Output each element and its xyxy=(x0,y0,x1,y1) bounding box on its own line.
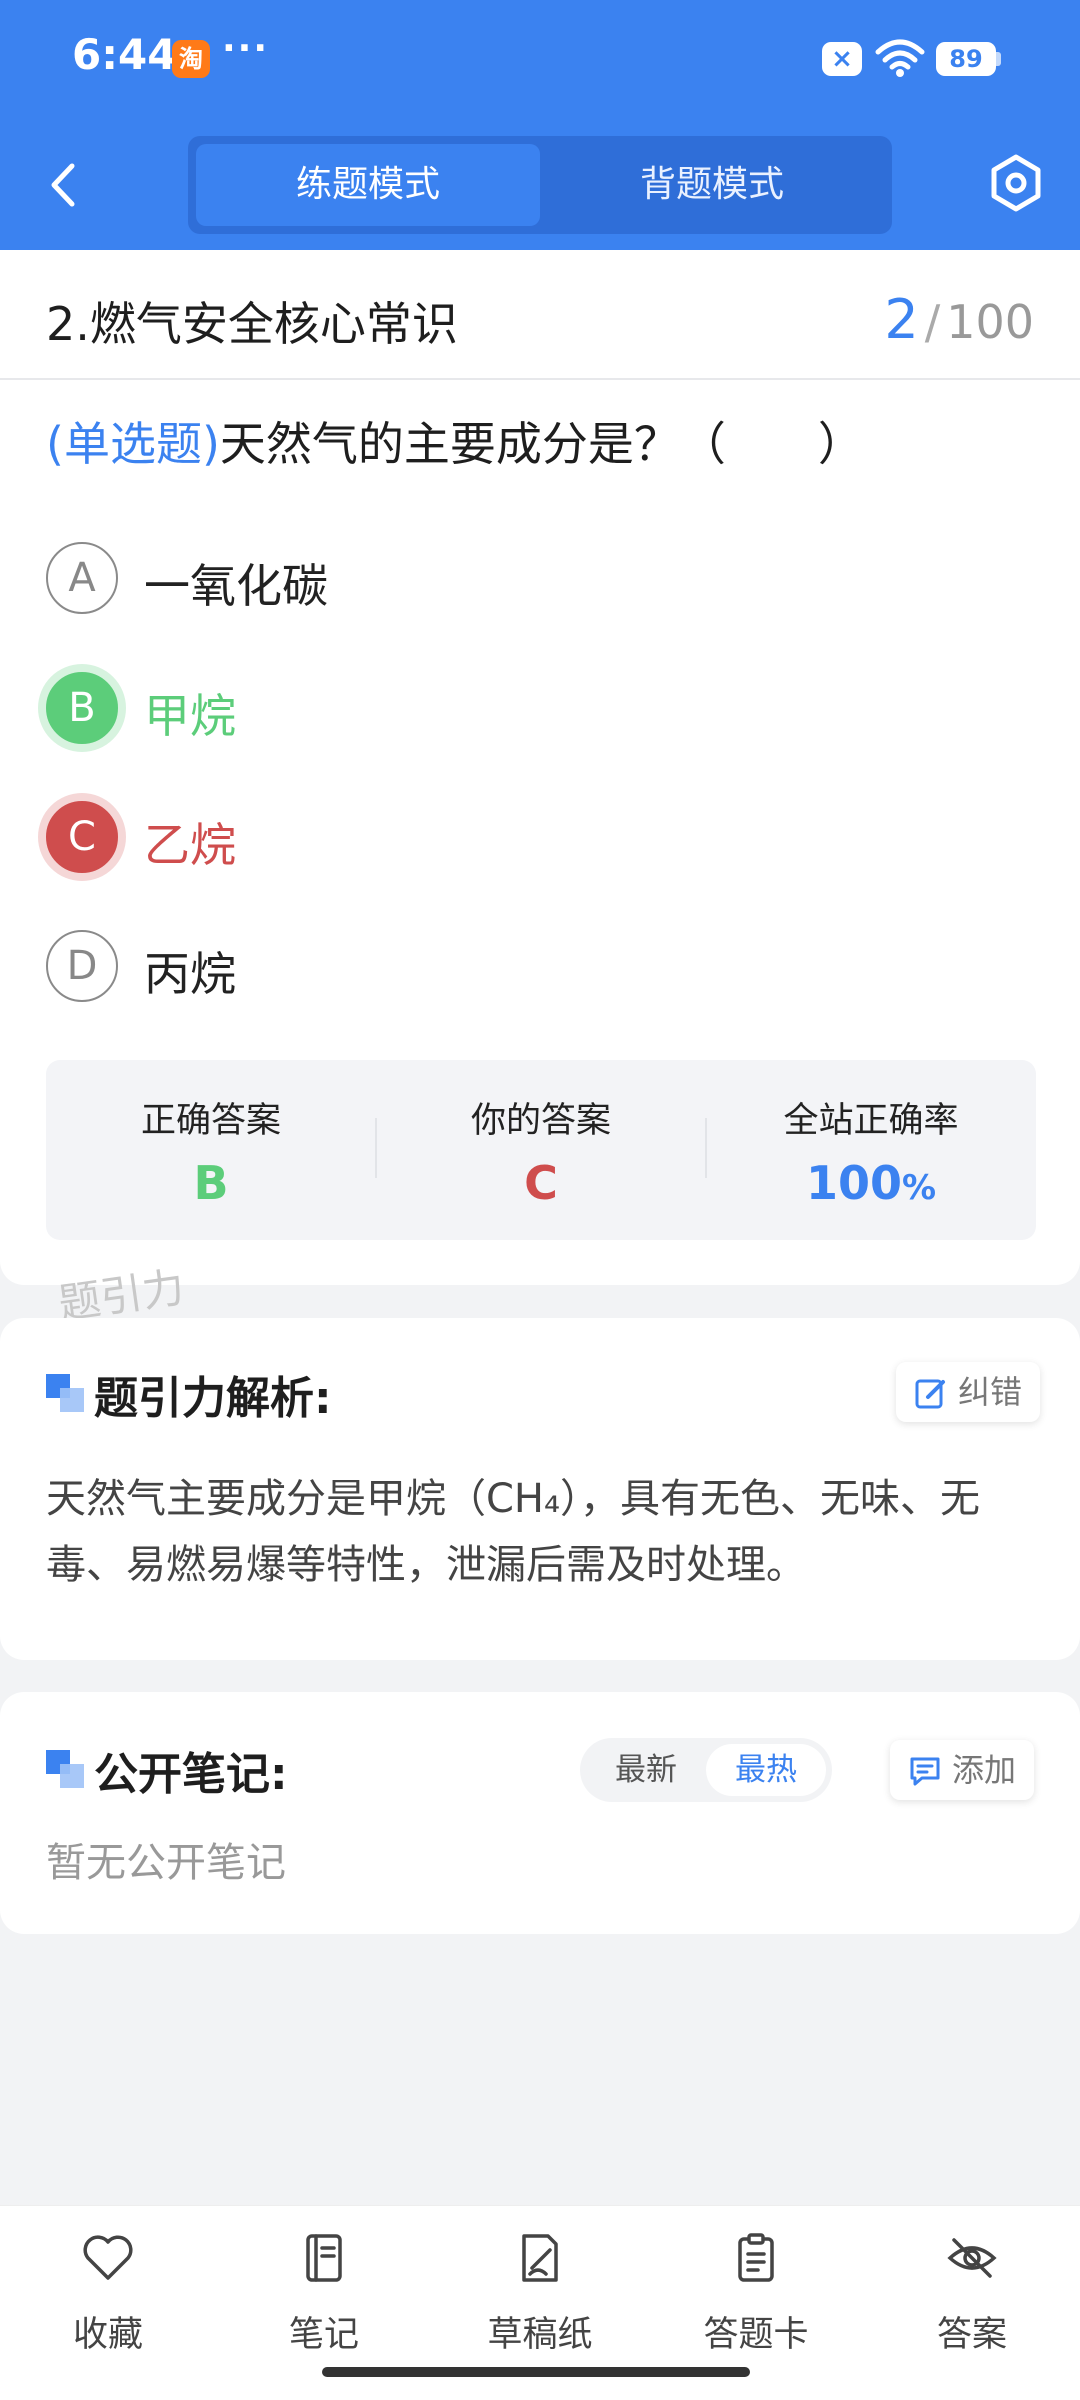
section-title: 2.燃气安全核心常识 xyxy=(46,297,458,351)
progress-total: 100 xyxy=(946,295,1034,349)
option-d[interactable]: D 丙烷 xyxy=(46,926,946,1006)
question-stem: 天然气的主要成分是？（ ） xyxy=(219,417,864,471)
eye-off-icon xyxy=(947,2238,997,2278)
stat-your-answer: 你的答案 C xyxy=(376,1060,706,1240)
battery-indicator: 89 xyxy=(936,42,996,76)
mode-switch: 练题模式 背题模式 xyxy=(188,136,892,234)
correct-rate-value: 100% xyxy=(706,1156,1036,1210)
answer-stats: 正确答案 B 你的答案 C 全站正确率 100% xyxy=(46,1060,1036,1240)
option-letter: C xyxy=(46,801,118,873)
stat-correct-rate: 全站正确率 100% xyxy=(706,1060,1036,1240)
report-error-button[interactable]: 纠错 xyxy=(896,1362,1041,1422)
correct-answer-value: B xyxy=(193,1156,229,1210)
nav-answer-toggle[interactable]: 答案 xyxy=(864,2206,1080,2386)
nav-label: 收藏 xyxy=(72,2315,143,2355)
stat-label: 你的答案 xyxy=(470,1101,611,1141)
your-answer-value: C xyxy=(524,1156,558,1210)
analysis-text: 天然气主要成分是甲烷（CH₄），具有无色、无味、无毒、易燃易爆等特性，泄漏后需及… xyxy=(46,1476,981,1588)
notes-sort-toggle: 最新 最热 xyxy=(580,1738,832,1802)
question-card: 2.燃气安全核心常识 2/100 (单选题)天然气的主要成分是？（ ） A 一氧… xyxy=(0,250,1080,1285)
analysis-card: 题引力解析: 纠错 天然气主要成分是甲烷（CH₄），具有无色、无味、无毒、易燃易… xyxy=(0,1318,1080,1660)
stat-label: 正确答案 xyxy=(140,1101,281,1141)
stat-correct-answer: 正确答案 B xyxy=(46,1060,376,1240)
option-letter: A xyxy=(46,542,118,614)
nav-favorite[interactable]: 收藏 xyxy=(0,2206,216,2386)
sort-hottest[interactable]: 最热 xyxy=(706,1744,826,1796)
notebook-icon xyxy=(306,2234,342,2282)
option-text: 甲烷 xyxy=(144,689,236,743)
option-b[interactable]: B 甲烷 xyxy=(46,668,946,748)
battery-tip xyxy=(996,52,1001,66)
answer-sheet-icon xyxy=(738,2233,774,2282)
question-progress: 2/100 xyxy=(884,288,1034,351)
nav-label: 草稿纸 xyxy=(487,2315,593,2355)
empty-notes-text: 暂无公开笔记 xyxy=(46,1840,286,1886)
back-button[interactable] xyxy=(38,150,88,220)
nav-notes[interactable]: 笔记 xyxy=(216,2206,432,2386)
draft-paper-icon xyxy=(522,2234,558,2282)
report-error-label: 纠错 xyxy=(958,1373,1023,1411)
option-a[interactable]: A 一氧化碳 xyxy=(46,538,946,618)
notes-title: 公开笔记: xyxy=(94,1749,288,1800)
settings-icon[interactable] xyxy=(985,152,1047,214)
option-text: 一氧化碳 xyxy=(144,559,328,613)
tab-memorize-mode[interactable]: 背题模式 xyxy=(540,144,884,226)
nav-label: 答题卡 xyxy=(703,2315,809,2355)
stat-label: 全站正确率 xyxy=(783,1101,959,1141)
nav-label: 答案 xyxy=(936,2315,1007,2355)
home-indicator[interactable] xyxy=(322,2367,750,2377)
app-header: 6:44 淘 ··· × 89 练题模式 背题模式 xyxy=(0,0,1080,250)
nav-answer-sheet[interactable]: 答题卡 xyxy=(648,2206,864,2386)
progress-current: 2 xyxy=(884,288,919,351)
x-status-icon: × xyxy=(822,42,862,76)
nav-label: 笔记 xyxy=(288,2315,359,2355)
question-title-row: 2.燃气安全核心常识 2/100 xyxy=(0,250,1080,380)
comment-icon xyxy=(910,1757,940,1786)
progress-separator: / xyxy=(924,295,941,349)
question-type: (单选题) xyxy=(46,417,220,471)
tab-practice-mode[interactable]: 练题模式 xyxy=(196,144,540,226)
option-c[interactable]: C 乙烷 xyxy=(46,797,946,877)
status-time: 6:44 xyxy=(72,30,177,79)
wifi-icon xyxy=(875,39,925,77)
option-text: 丙烷 xyxy=(144,947,236,1001)
option-text: 乙烷 xyxy=(144,818,236,872)
option-letter: B xyxy=(46,672,118,744)
section-square-icon xyxy=(46,1750,86,1790)
section-square-icon xyxy=(46,1374,86,1414)
more-notifications-icon: ··· xyxy=(222,28,270,69)
rate-number: 100 xyxy=(805,1156,902,1210)
add-note-label: 添加 xyxy=(952,1751,1017,1789)
analysis-title: 题引力解析: xyxy=(94,1373,332,1424)
question-text: (单选题)天然气的主要成分是？（ ） xyxy=(46,408,1036,474)
rate-unit: % xyxy=(901,1168,937,1208)
heart-icon xyxy=(83,2235,133,2280)
edit-icon xyxy=(915,1379,945,1409)
sort-newest[interactable]: 最新 xyxy=(586,1744,706,1796)
public-notes-card: 公开笔记: 最新 最热 添加 暂无公开笔记 xyxy=(0,1692,1080,1934)
option-letter: D xyxy=(46,930,118,1002)
taobao-notification-icon: 淘 xyxy=(172,40,210,78)
nav-draft-paper[interactable]: 草稿纸 xyxy=(432,2206,648,2386)
add-note-button[interactable]: 添加 xyxy=(890,1740,1035,1800)
